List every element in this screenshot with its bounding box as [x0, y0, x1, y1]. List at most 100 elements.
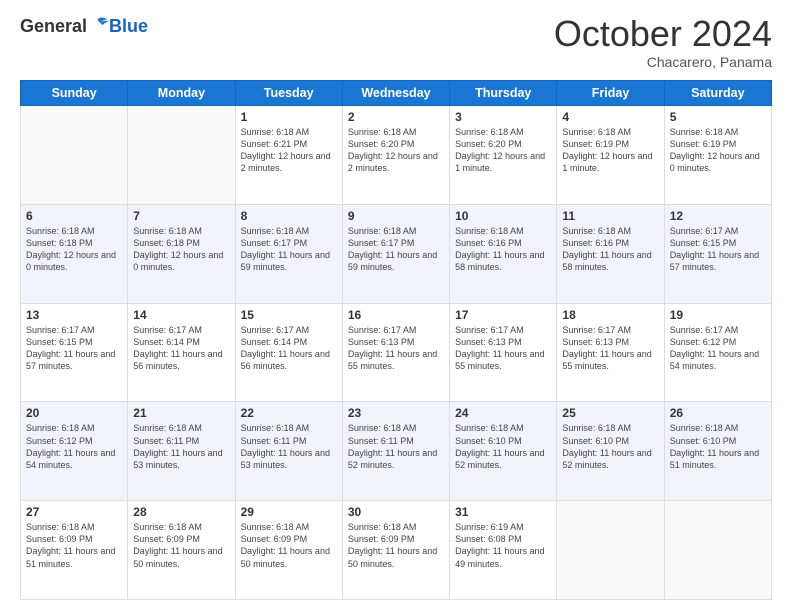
- calendar-day-cell: [557, 501, 664, 600]
- weekday-header-monday: Monday: [128, 81, 235, 106]
- calendar-day-cell: 27 Sunrise: 6:18 AM Sunset: 6:09 PM Dayli…: [21, 501, 128, 600]
- header: General Blue October 2024 Chacarero, Pan…: [20, 16, 772, 70]
- day-info: Sunrise: 6:18 AM Sunset: 6:10 PM Dayligh…: [562, 422, 658, 471]
- day-number: 26: [670, 406, 766, 420]
- day-info: Sunrise: 6:18 AM Sunset: 6:17 PM Dayligh…: [241, 225, 337, 274]
- day-number: 17: [455, 308, 551, 322]
- calendar-day-cell: 8 Sunrise: 6:18 AM Sunset: 6:17 PM Daylig…: [235, 204, 342, 303]
- calendar-week-row: 1Sunrise: 6:18 AM Sunset: 6:21 PM Daylig…: [21, 106, 772, 205]
- calendar-day-cell: 15 Sunrise: 6:17 AM Sunset: 6:14 PM Dayli…: [235, 303, 342, 402]
- day-info: Sunrise: 6:18 AM Sunset: 6:16 PM Dayligh…: [455, 225, 551, 274]
- day-number: 7: [133, 209, 229, 223]
- day-number: 6: [26, 209, 122, 223]
- day-number: 5: [670, 110, 766, 124]
- calendar-day-cell: 28 Sunrise: 6:18 AM Sunset: 6:09 PM Dayli…: [128, 501, 235, 600]
- day-info: Sunrise: 6:19 AM Sunset: 6:08 PM Dayligh…: [455, 521, 551, 570]
- day-info: Sunrise: 6:17 AM Sunset: 6:13 PM Dayligh…: [455, 324, 551, 373]
- calendar-day-cell: 4Sunrise: 6:18 AM Sunset: 6:19 PM Daylig…: [557, 106, 664, 205]
- day-number: 27: [26, 505, 122, 519]
- day-info: Sunrise: 6:18 AM Sunset: 6:17 PM Dayligh…: [348, 225, 444, 274]
- calendar-day-cell: 29 Sunrise: 6:18 AM Sunset: 6:09 PM Dayli…: [235, 501, 342, 600]
- calendar-day-cell: 18 Sunrise: 6:17 AM Sunset: 6:13 PM Dayli…: [557, 303, 664, 402]
- calendar-day-cell: 5 Sunrise: 6:18 AM Sunset: 6:19 PM Daylig…: [664, 106, 771, 205]
- day-number: 19: [670, 308, 766, 322]
- weekday-header-tuesday: Tuesday: [235, 81, 342, 106]
- calendar-day-cell: 31 Sunrise: 6:19 AM Sunset: 6:08 PM Dayli…: [450, 501, 557, 600]
- calendar-week-row: 20Sunrise: 6:18 AM Sunset: 6:12 PM Dayli…: [21, 402, 772, 501]
- page: General Blue October 2024 Chacarero, Pan…: [0, 0, 792, 612]
- day-info: Sunrise: 6:18 AM Sunset: 6:09 PM Dayligh…: [133, 521, 229, 570]
- weekday-header-sunday: Sunday: [21, 81, 128, 106]
- day-number: 14: [133, 308, 229, 322]
- day-number: 24: [455, 406, 551, 420]
- day-info: Sunrise: 6:18 AM Sunset: 6:19 PM Dayligh…: [670, 126, 766, 175]
- day-info: Sunrise: 6:18 AM Sunset: 6:11 PM Dayligh…: [348, 422, 444, 471]
- calendar-day-cell: 26 Sunrise: 6:18 AM Sunset: 6:10 PM Dayli…: [664, 402, 771, 501]
- day-info: Sunrise: 6:17 AM Sunset: 6:14 PM Dayligh…: [241, 324, 337, 373]
- calendar-day-cell: 1Sunrise: 6:18 AM Sunset: 6:21 PM Daylig…: [235, 106, 342, 205]
- day-number: 23: [348, 406, 444, 420]
- day-info: Sunrise: 6:17 AM Sunset: 6:13 PM Dayligh…: [562, 324, 658, 373]
- calendar-day-cell: 23 Sunrise: 6:18 AM Sunset: 6:11 PM Dayli…: [342, 402, 449, 501]
- day-info: Sunrise: 6:17 AM Sunset: 6:15 PM Dayligh…: [670, 225, 766, 274]
- day-info: Sunrise: 6:18 AM Sunset: 6:11 PM Dayligh…: [133, 422, 229, 471]
- day-number: 18: [562, 308, 658, 322]
- calendar-day-cell: 25 Sunrise: 6:18 AM Sunset: 6:10 PM Dayli…: [557, 402, 664, 501]
- day-number: 8: [241, 209, 337, 223]
- day-number: 16: [348, 308, 444, 322]
- day-info: Sunrise: 6:18 AM Sunset: 6:10 PM Dayligh…: [670, 422, 766, 471]
- day-info: Sunrise: 6:18 AM Sunset: 6:21 PM Dayligh…: [241, 126, 337, 175]
- logo-general-text: General: [20, 16, 87, 37]
- calendar-day-cell: 10 Sunrise: 6:18 AM Sunset: 6:16 PM Dayli…: [450, 204, 557, 303]
- calendar-day-cell: 22Sunrise: 6:18 AM Sunset: 6:11 PM Dayli…: [235, 402, 342, 501]
- calendar-day-cell: 14Sunrise: 6:17 AM Sunset: 6:14 PM Dayli…: [128, 303, 235, 402]
- calendar-day-cell: 11 Sunrise: 6:18 AM Sunset: 6:16 PM Dayli…: [557, 204, 664, 303]
- day-info: Sunrise: 6:18 AM Sunset: 6:11 PM Dayligh…: [241, 422, 337, 471]
- calendar-day-cell: [128, 106, 235, 205]
- weekday-header-row: SundayMondayTuesdayWednesdayThursdayFrid…: [21, 81, 772, 106]
- day-number: 4: [562, 110, 658, 124]
- day-number: 29: [241, 505, 337, 519]
- calendar-week-row: 27 Sunrise: 6:18 AM Sunset: 6:09 PM Dayli…: [21, 501, 772, 600]
- calendar-day-cell: 9 Sunrise: 6:18 AM Sunset: 6:17 PM Daylig…: [342, 204, 449, 303]
- day-number: 21: [133, 406, 229, 420]
- day-info: Sunrise: 6:18 AM Sunset: 6:09 PM Dayligh…: [348, 521, 444, 570]
- title-section: October 2024 Chacarero, Panama: [554, 16, 772, 70]
- calendar-day-cell: [21, 106, 128, 205]
- day-info: Sunrise: 6:18 AM Sunset: 6:18 PM Dayligh…: [133, 225, 229, 274]
- calendar-week-row: 13 Sunrise: 6:17 AM Sunset: 6:15 PM Dayli…: [21, 303, 772, 402]
- day-info: Sunrise: 6:18 AM Sunset: 6:09 PM Dayligh…: [241, 521, 337, 570]
- day-number: 10: [455, 209, 551, 223]
- day-info: Sunrise: 6:18 AM Sunset: 6:18 PM Dayligh…: [26, 225, 122, 274]
- weekday-header-friday: Friday: [557, 81, 664, 106]
- day-number: 28: [133, 505, 229, 519]
- logo: General Blue: [20, 16, 148, 37]
- weekday-header-thursday: Thursday: [450, 81, 557, 106]
- calendar-day-cell: 19 Sunrise: 6:17 AM Sunset: 6:12 PM Dayli…: [664, 303, 771, 402]
- logo-blue-text: Blue: [109, 16, 148, 37]
- day-number: 2: [348, 110, 444, 124]
- day-info: Sunrise: 6:18 AM Sunset: 6:09 PM Dayligh…: [26, 521, 122, 570]
- day-number: 9: [348, 209, 444, 223]
- day-number: 11: [562, 209, 658, 223]
- day-info: Sunrise: 6:18 AM Sunset: 6:16 PM Dayligh…: [562, 225, 658, 274]
- day-info: Sunrise: 6:18 AM Sunset: 6:10 PM Dayligh…: [455, 422, 551, 471]
- day-info: Sunrise: 6:17 AM Sunset: 6:12 PM Dayligh…: [670, 324, 766, 373]
- calendar-day-cell: 21 Sunrise: 6:18 AM Sunset: 6:11 PM Dayli…: [128, 402, 235, 501]
- day-number: 31: [455, 505, 551, 519]
- calendar-day-cell: 6 Sunrise: 6:18 AM Sunset: 6:18 PM Daylig…: [21, 204, 128, 303]
- day-info: Sunrise: 6:18 AM Sunset: 6:20 PM Dayligh…: [348, 126, 444, 175]
- day-info: Sunrise: 6:17 AM Sunset: 6:15 PM Dayligh…: [26, 324, 122, 373]
- calendar-day-cell: 7 Sunrise: 6:18 AM Sunset: 6:18 PM Daylig…: [128, 204, 235, 303]
- calendar-day-cell: 24 Sunrise: 6:18 AM Sunset: 6:10 PM Dayli…: [450, 402, 557, 501]
- day-number: 25: [562, 406, 658, 420]
- weekday-header-wednesday: Wednesday: [342, 81, 449, 106]
- day-number: 15: [241, 308, 337, 322]
- day-number: 12: [670, 209, 766, 223]
- day-number: 13: [26, 308, 122, 322]
- calendar-day-cell: [664, 501, 771, 600]
- day-number: 30: [348, 505, 444, 519]
- calendar-day-cell: 2 Sunrise: 6:18 AM Sunset: 6:20 PM Daylig…: [342, 106, 449, 205]
- calendar-day-cell: 30 Sunrise: 6:18 AM Sunset: 6:09 PM Dayli…: [342, 501, 449, 600]
- day-info: Sunrise: 6:18 AM Sunset: 6:12 PM Dayligh…: [26, 422, 122, 471]
